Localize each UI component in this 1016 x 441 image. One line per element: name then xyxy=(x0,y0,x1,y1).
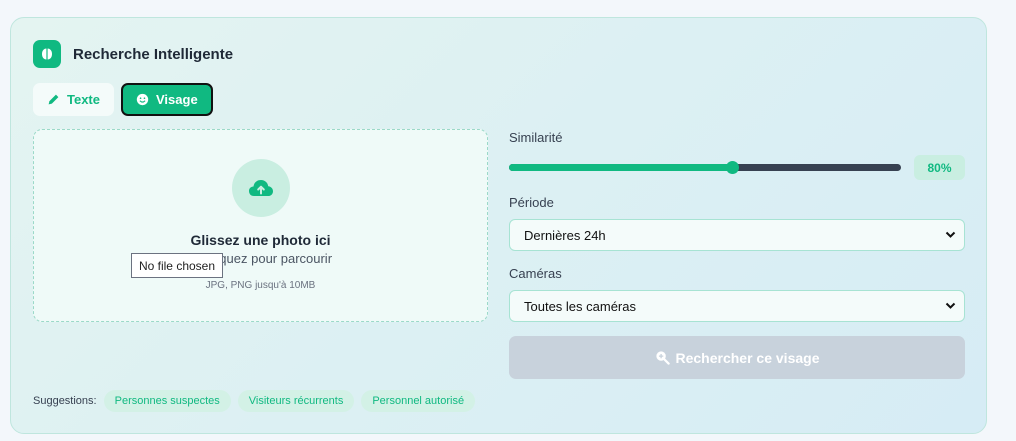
pencil-icon xyxy=(48,94,59,105)
smart-search-card: Recherche Intelligente Texte Visage Glis… xyxy=(10,17,987,434)
similarity-slider[interactable] xyxy=(509,158,901,178)
period-selected-value: Dernières 24h xyxy=(524,227,606,243)
suggestions-label: Suggestions: xyxy=(33,395,97,407)
similarity-value-badge: 80% xyxy=(914,155,965,180)
suggestion-chip[interactable]: Personnel autorisé xyxy=(361,390,476,412)
photo-dropzone[interactable]: Glissez une photo ici ou cliquez pour pa… xyxy=(33,129,488,322)
suggestion-chip[interactable]: Visiteurs récurrents xyxy=(237,390,355,412)
tab-visage-label: Visage xyxy=(156,92,198,107)
file-input-tooltip: No file chosen xyxy=(131,253,223,278)
dropzone-subtitle: ou cliquez pour parcourir xyxy=(188,251,333,266)
dropzone-title: Glissez une photo ici xyxy=(190,232,331,248)
brain-icon xyxy=(33,40,61,68)
chevron-down-icon xyxy=(945,302,956,309)
page-title: Recherche Intelligente xyxy=(73,45,234,63)
tab-texte[interactable]: Texte xyxy=(33,83,114,116)
slider-fill xyxy=(509,164,733,171)
cloud-upload-icon xyxy=(232,159,290,217)
similarity-label: Similarité xyxy=(509,130,563,145)
suggestions-bar: Suggestions: Personnes suspectes Visiteu… xyxy=(33,390,482,412)
search-mode-tabs: Texte Visage xyxy=(33,83,213,116)
cameras-select[interactable]: Toutes les caméras xyxy=(509,290,965,322)
search-face-button[interactable]: Rechercher ce visage xyxy=(509,336,965,379)
chevron-down-icon xyxy=(945,231,956,238)
period-label: Période xyxy=(509,195,554,210)
period-select[interactable]: Dernières 24h xyxy=(509,219,965,251)
search-button-label: Rechercher ce visage xyxy=(675,349,820,366)
card-header: Recherche Intelligente xyxy=(33,40,233,68)
smiley-icon xyxy=(136,93,149,106)
tab-visage[interactable]: Visage xyxy=(121,83,213,116)
suggestion-chip[interactable]: Personnes suspectes xyxy=(103,390,231,412)
cameras-selected-value: Toutes les caméras xyxy=(524,298,636,314)
slider-thumb[interactable] xyxy=(726,161,740,174)
cameras-label: Caméras xyxy=(509,266,562,281)
dropzone-hint: JPG, PNG jusqu'à 10MB xyxy=(205,280,316,291)
tab-texte-label: Texte xyxy=(67,92,100,107)
search-face-icon xyxy=(655,351,670,365)
